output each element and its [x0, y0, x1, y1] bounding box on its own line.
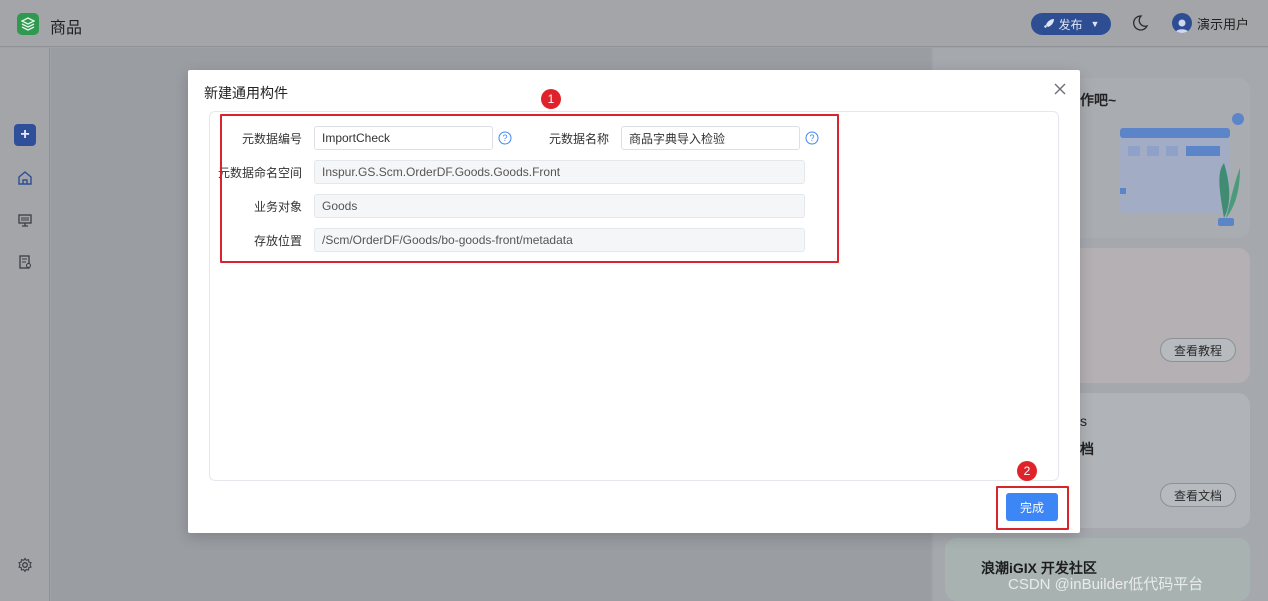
home-icon[interactable] [14, 167, 36, 189]
dashboard-illustration [1120, 113, 1244, 226]
top-bar: 商品 发布 ▼ 演示用户 [0, 0, 1268, 47]
monitor-icon[interactable] [14, 209, 36, 231]
close-icon[interactable] [1052, 81, 1068, 97]
publish-label: 发布 [1058, 17, 1083, 32]
sidebar: + [0, 48, 50, 601]
avatar [1172, 13, 1192, 33]
annotation-badge-1: 1 [541, 89, 561, 109]
user-menu[interactable]: 演示用户 [1172, 13, 1249, 33]
document-icon[interactable] [14, 251, 36, 273]
watermark: CSDN @inBuilder低代码平台 [1008, 576, 1204, 593]
theme-moon-icon[interactable] [1131, 14, 1149, 32]
app-title: 商品 [50, 20, 83, 37]
annotation-badge-2: 2 [1017, 461, 1037, 481]
docs-text-2: 档 [1080, 441, 1094, 457]
publish-button[interactable]: 发布 ▼ [1031, 13, 1111, 35]
docs-text-1: s [1080, 413, 1087, 429]
dialog-title: 新建通用构件 [204, 85, 288, 101]
annotation-box-form [220, 114, 839, 263]
caret-down-icon: ▼ [1090, 19, 1100, 29]
view-tutorial-button[interactable]: 查看教程 [1160, 338, 1236, 362]
view-docs-button[interactable]: 查看文档 [1160, 483, 1236, 507]
app-logo-icon [17, 13, 39, 35]
settings-icon[interactable] [14, 554, 36, 576]
add-icon[interactable]: + [14, 124, 36, 146]
user-icon [1175, 19, 1189, 33]
create-component-dialog: 新建通用构件 元数据编号 ImportCheck ? 元数据名称 商品字典导入检… [188, 70, 1080, 533]
user-name: 演示用户 [1197, 16, 1250, 32]
welcome-text: 作吧~ [1080, 92, 1117, 108]
done-button[interactable]: 完成 [1006, 493, 1058, 521]
rocket-icon [1043, 19, 1054, 28]
